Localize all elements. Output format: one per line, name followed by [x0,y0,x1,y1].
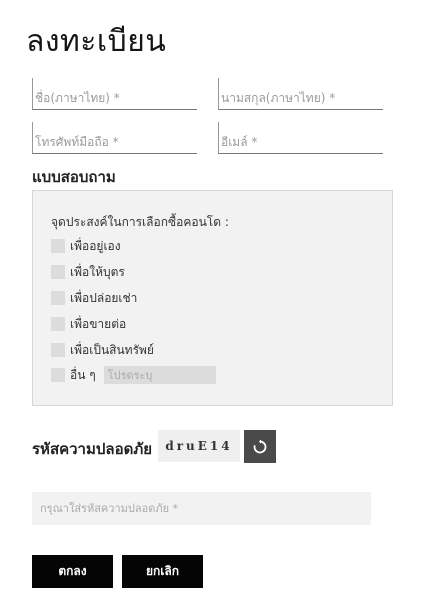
option-label: เพื่อขายต่อ [70,316,127,331]
checkbox[interactable] [51,291,65,305]
last-name-input[interactable] [219,78,383,109]
option-label: เพื่อให้บุตร [70,264,125,279]
checkbox[interactable] [51,317,65,331]
survey-option-asset[interactable]: เพื่อเป็นสินทรัพย์ [51,341,154,359]
ok-button[interactable]: ตกลง [32,555,113,588]
survey-option-children[interactable]: เพื่อให้บุตร [51,263,125,281]
option-label: อื่น ๆ [70,367,96,382]
option-label: เพื่อเป็นสินทรัพย์ [70,342,154,357]
checkbox[interactable] [51,265,65,279]
captcha-refresh-button[interactable] [244,430,276,463]
survey-option-resell[interactable]: เพื่อขายต่อ [51,315,126,333]
option-label: เพื่อปล่อยเช่า [70,290,138,305]
email-input[interactable] [219,122,383,153]
cancel-button[interactable]: ยกเลิก [122,555,203,588]
email-field-wrapper [218,122,383,154]
phone-input[interactable] [33,122,197,153]
survey-box: จุดประสงค์ในการเลือกซื้อคอนโด : เพื่ออยู… [32,190,393,406]
checkbox[interactable] [51,343,65,357]
survey-option-rent[interactable]: เพื่อปล่อยเช่า [51,289,137,307]
survey-question: จุดประสงค์ในการเลือกซื้อคอนโด : [51,215,229,229]
survey-title: แบบสอบถาม [32,168,116,186]
captcha-input[interactable] [32,492,371,525]
option-label: เพื่ออยู่เอง [70,238,121,253]
page-title: ลงทะเบียน [26,24,167,59]
refresh-icon [253,439,267,453]
phone-field-wrapper [32,122,197,154]
other-specify-input[interactable] [103,366,216,384]
first-name-field-wrapper [32,78,197,110]
captcha-code: druE14 [158,430,240,462]
checkbox[interactable] [51,368,65,382]
checkbox[interactable] [51,239,65,253]
survey-option-live[interactable]: เพื่ออยู่เอง [51,237,121,255]
first-name-input[interactable] [33,78,197,109]
captcha-label: รหัสความปลอดภัย [32,440,153,458]
survey-option-other[interactable]: อื่น ๆ [51,366,216,384]
last-name-field-wrapper [218,78,383,110]
